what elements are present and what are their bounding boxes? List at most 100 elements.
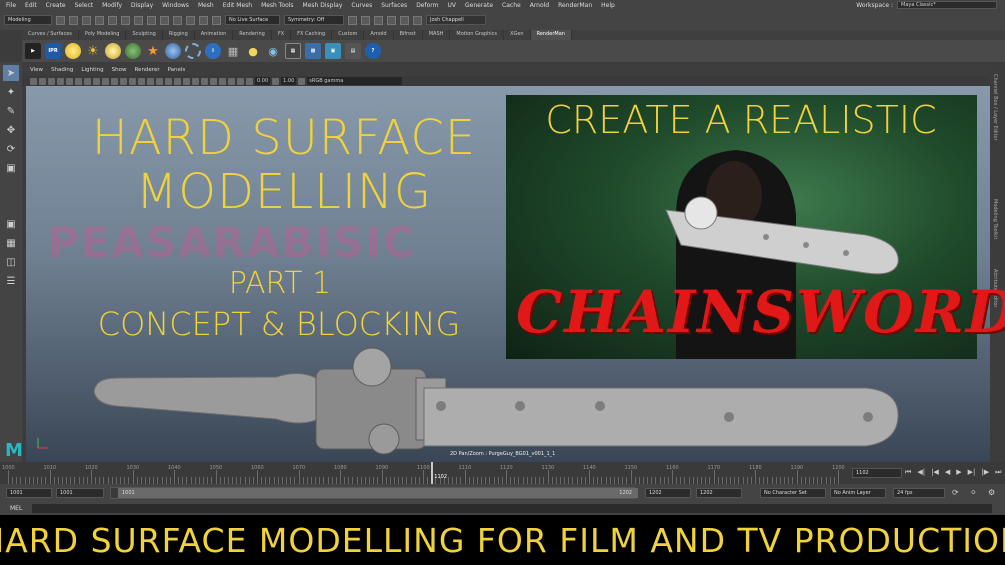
- shadows-icon[interactable]: [174, 77, 181, 85]
- time-slider[interactable]: 1000 1010 1020 1030 1040 1050 1060 1070 1080 1090…: [0, 462, 1005, 484]
- rotate-tool-icon[interactable]: ⟳: [3, 141, 19, 157]
- fps-dropdown[interactable]: 24 fps: [893, 488, 945, 498]
- panel-menu-show[interactable]: Show: [112, 67, 127, 73]
- loop-icon[interactable]: ⟳: [952, 488, 959, 497]
- xray-joints-icon[interactable]: [237, 77, 244, 85]
- animation-end-field[interactable]: 1202: [696, 488, 742, 498]
- menu-file[interactable]: File: [6, 2, 16, 9]
- live-surface-field[interactable]: No Live Surface: [225, 15, 280, 25]
- hypershade-icon[interactable]: [387, 15, 396, 25]
- camera-attributes-icon[interactable]: [39, 77, 46, 85]
- mel-input[interactable]: [32, 504, 992, 513]
- pattern-icon[interactable]: ▩: [305, 43, 321, 59]
- tab-poly-modeling[interactable]: Poly Modeling: [79, 30, 127, 40]
- auto-key-icon[interactable]: ⚪: [970, 488, 977, 497]
- single-layout-icon[interactable]: ▣: [3, 216, 19, 232]
- snap-curve-icon[interactable]: [173, 15, 182, 25]
- help-icon[interactable]: ?: [365, 43, 381, 59]
- menu-help[interactable]: Help: [601, 2, 615, 9]
- character-set-dropdown[interactable]: No Character Set: [760, 488, 826, 498]
- screen-space-ao-icon[interactable]: [183, 77, 190, 85]
- menu-create[interactable]: Create: [46, 2, 66, 9]
- volume-sphere-icon[interactable]: [185, 43, 201, 59]
- dome-light-icon[interactable]: [125, 43, 141, 59]
- menu-display[interactable]: Display: [131, 2, 153, 9]
- menu-windows[interactable]: Windows: [162, 2, 189, 9]
- menu-curves[interactable]: Curves: [351, 2, 372, 9]
- playback-end-field[interactable]: 1202: [645, 488, 691, 498]
- animation-start-field[interactable]: 1001: [6, 488, 52, 498]
- textured-icon[interactable]: [156, 77, 163, 85]
- star-light-icon[interactable]: ★: [145, 43, 161, 59]
- menu-surfaces[interactable]: Surfaces: [381, 2, 407, 9]
- redo-icon[interactable]: [108, 15, 117, 25]
- panel-menu-shading[interactable]: Shading: [51, 67, 73, 73]
- ipr-button[interactable]: IPR: [45, 43, 61, 59]
- tab-custom[interactable]: Custom: [332, 30, 365, 40]
- timeline-ruler[interactable]: 1000 1010 1020 1030 1040 1050 1060 1070 1080 1090…: [2, 462, 848, 484]
- outliner-layout-icon[interactable]: ☰: [3, 273, 19, 289]
- menu-renderman[interactable]: RenderMan: [558, 2, 592, 9]
- playback-start-field[interactable]: 1001: [56, 488, 104, 498]
- bake-icon[interactable]: ▣: [325, 43, 341, 59]
- lasso-tool-icon[interactable]: ✦: [3, 84, 19, 100]
- modeling-toolkit-tab[interactable]: Modeling Toolkit: [992, 199, 998, 239]
- current-time-marker[interactable]: [431, 462, 434, 484]
- image-plane-icon[interactable]: [57, 77, 64, 85]
- select-component-icon[interactable]: [147, 15, 156, 25]
- save-scene-icon[interactable]: [82, 15, 91, 25]
- select-tool-icon[interactable]: ➤: [3, 65, 19, 81]
- menu-edit-mesh[interactable]: Edit Mesh: [223, 2, 252, 9]
- menu-modify[interactable]: Modify: [102, 2, 122, 9]
- snap-view-icon[interactable]: [199, 15, 208, 25]
- tab-animation[interactable]: Animation: [195, 30, 234, 40]
- current-frame-field[interactable]: 1102: [852, 468, 902, 478]
- range-handle[interactable]: 1001 1202: [118, 488, 638, 498]
- menu-mesh-display[interactable]: Mesh Display: [303, 2, 343, 9]
- mel-label[interactable]: MEL: [10, 505, 22, 512]
- resolution-gate-icon[interactable]: [84, 77, 91, 85]
- use-all-lights-icon[interactable]: [165, 77, 172, 85]
- tab-fx[interactable]: FX: [272, 30, 292, 40]
- exposure-field[interactable]: 0.00: [255, 77, 271, 85]
- grid-toggle-icon[interactable]: [66, 77, 73, 85]
- gamma-field[interactable]: 1.00: [281, 77, 297, 85]
- bookmarks-icon[interactable]: [48, 77, 55, 85]
- wireframe-icon[interactable]: [129, 77, 136, 85]
- menu-arnold[interactable]: Arnold: [530, 2, 549, 9]
- symmetry-dropdown[interactable]: Symmetry: Off: [284, 15, 344, 25]
- new-scene-icon[interactable]: [56, 15, 65, 25]
- step-back-key-icon[interactable]: ◀|: [917, 468, 925, 477]
- eye-icon[interactable]: ◉: [265, 43, 281, 59]
- menu-uv[interactable]: UV: [448, 2, 457, 9]
- motion-blur-icon[interactable]: [192, 77, 199, 85]
- panel-menu-lighting[interactable]: Lighting: [81, 67, 103, 73]
- tab-renderman[interactable]: RenderMan: [530, 30, 572, 40]
- bulb-icon[interactable]: ●: [245, 43, 261, 59]
- camera-select-icon[interactable]: [30, 77, 37, 85]
- menu-deform[interactable]: Deform: [416, 2, 438, 9]
- select-hierarchy-icon[interactable]: [121, 15, 130, 25]
- film-gate-icon[interactable]: [75, 77, 82, 85]
- smooth-shade-icon[interactable]: [138, 77, 145, 85]
- menu-generate[interactable]: Generate: [465, 2, 493, 9]
- render-icon[interactable]: [348, 15, 357, 25]
- isolate-select-icon[interactable]: [219, 77, 226, 85]
- ipr-render-icon[interactable]: [361, 15, 370, 25]
- info-icon[interactable]: i: [205, 43, 221, 59]
- material-sphere-icon[interactable]: [165, 43, 181, 59]
- anim-prefs-icon[interactable]: ⚙: [988, 488, 995, 497]
- depth-of-field-icon[interactable]: [210, 77, 217, 85]
- play-backward-icon[interactable]: ◀: [945, 468, 950, 477]
- render-setup-icon[interactable]: [400, 15, 409, 25]
- snap-point-icon[interactable]: [186, 15, 195, 25]
- tab-sculpting[interactable]: Sculpting: [126, 30, 163, 40]
- gate-mask-icon[interactable]: [93, 77, 100, 85]
- field-chart-icon[interactable]: [102, 77, 109, 85]
- tab-fx-caching[interactable]: FX Caching: [291, 30, 333, 40]
- channel-box-tab[interactable]: Channel Box / Layer Editor: [992, 74, 998, 141]
- go-to-start-icon[interactable]: ⏮: [905, 468, 911, 477]
- paint-select-icon[interactable]: ✎: [3, 103, 19, 119]
- anti-aliasing-icon[interactable]: [201, 77, 208, 85]
- menu-edit[interactable]: Edit: [25, 2, 37, 9]
